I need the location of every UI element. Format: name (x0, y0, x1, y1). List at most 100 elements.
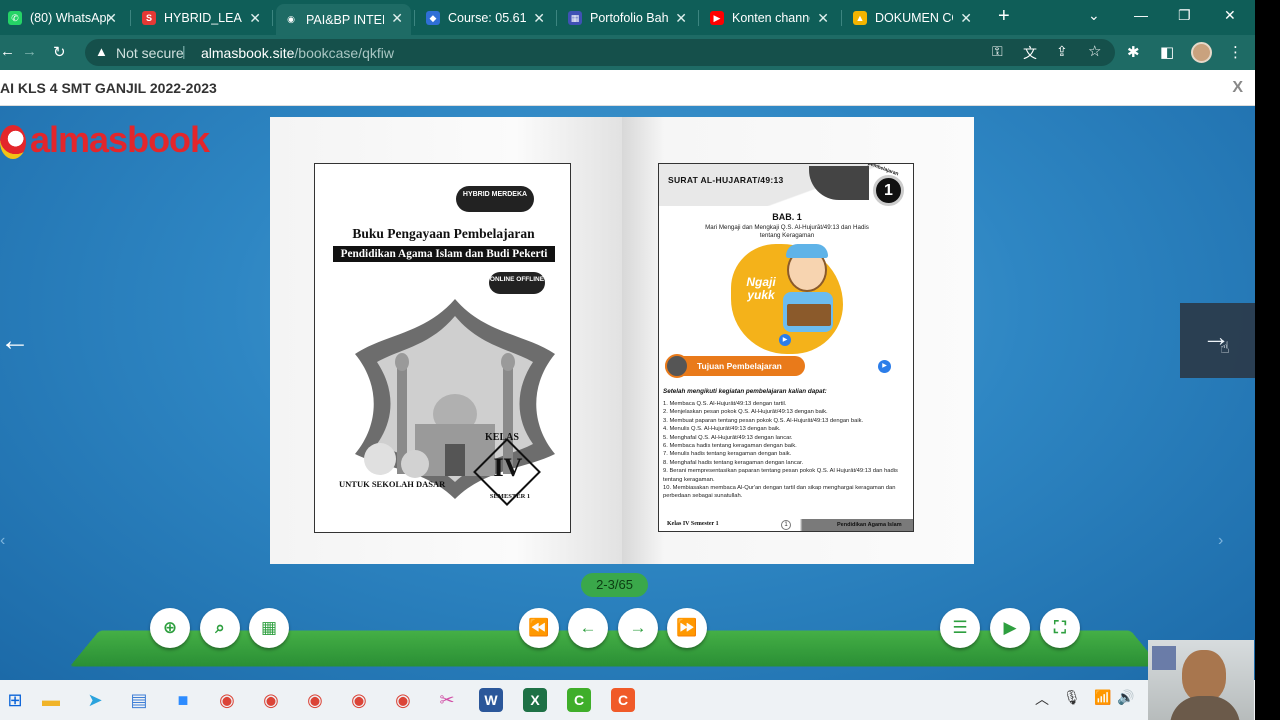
notepad-icon[interactable]: ▤ (124, 685, 154, 715)
tab-6[interactable]: ▲ DOKUMEN CG ✕ (845, 4, 980, 32)
profile-avatar[interactable] (1191, 42, 1212, 63)
extensions-icon[interactable]: ✱ (1127, 43, 1140, 61)
viewer-close-button[interactable]: X (1232, 79, 1243, 97)
goal-item: 4. Menulis Q.S. Al-Hujurāt/49:13 dengan … (663, 426, 781, 433)
chrome-icon[interactable]: ◉ (300, 685, 330, 715)
tab-search-icon[interactable]: ⌄ (1088, 7, 1100, 24)
tab-2[interactable]: ◉ PAI&BP INTER/ ✕ (276, 4, 411, 35)
tab-label: Portofolio Bah (590, 11, 668, 25)
tab-label: Course: 05.61.F (448, 11, 526, 25)
goal-item: 7. Menulis hadis tentang keragaman denga… (663, 451, 792, 458)
share-icon[interactable]: ⇪ (1056, 43, 1068, 60)
goal-item: 9. Berani mempresentasikan paparan tenta… (663, 468, 898, 483)
file-explorer-icon[interactable]: ▬ (36, 685, 66, 715)
back-icon[interactable]: ← (0, 43, 15, 60)
autoplay-button[interactable]: ▶ (990, 608, 1030, 648)
kebab-menu-icon[interactable]: ⋮ (1228, 43, 1243, 61)
left-page[interactable]: HYBRID MERDEKA Buku Pengayaan Pembelajar… (270, 117, 622, 564)
right-page[interactable]: SURAT AL-HUJARAT/49:13 pembelajaran 1 BA… (622, 117, 974, 564)
tab-0[interactable]: ✆ (80) WhatsApp ✕ (0, 4, 125, 32)
next-page-button[interactable]: → (618, 608, 658, 648)
zoom-icon[interactable]: ■ (168, 685, 198, 715)
tab-close-icon[interactable]: ✕ (817, 10, 829, 27)
word-icon[interactable]: W (479, 688, 503, 712)
arrow-right-icon: → (629, 618, 647, 637)
thumbnails-button[interactable]: ▦ (249, 608, 289, 648)
wifi-icon[interactable]: 📶 (1094, 689, 1111, 706)
video-play-icon[interactable]: ▶ (878, 360, 891, 373)
window-close-icon[interactable]: ✕ (1224, 7, 1236, 24)
tray-chevron-icon[interactable]: ︿ (1035, 689, 1049, 709)
snipping-tool-icon[interactable]: ✂ (432, 685, 462, 715)
new-tab-button[interactable]: + (998, 5, 1010, 28)
bookmark-star-icon[interactable]: ☆ (1088, 42, 1101, 60)
next-chevron-icon[interactable]: › (1218, 532, 1223, 550)
windows-start-icon[interactable]: ⊞ (0, 685, 30, 715)
chrome-icon[interactable]: ◉ (256, 685, 286, 715)
mouse-cursor-icon: ☝ (1220, 340, 1230, 357)
s-app-icon: S (142, 11, 156, 25)
kelas-value: IV (493, 453, 523, 482)
fullscreen-button[interactable]: ⛶ (1040, 608, 1080, 648)
next-page-arrow[interactable]: → ☝ (1180, 303, 1255, 378)
tab-3[interactable]: ◆ Course: 05.61.F ✕ (418, 4, 553, 32)
youtube-icon: ▶ (710, 11, 724, 25)
key-icon[interactable]: ⚿ (992, 43, 1003, 60)
last-page-button[interactable]: ⏩ (667, 608, 707, 648)
prev-chevron-icon[interactable]: ‹ (0, 532, 5, 550)
tab-close-icon[interactable]: ✕ (960, 10, 972, 27)
url-text: almasbook.site/bookcase/qkfiw (201, 45, 394, 61)
tab-close-icon[interactable]: ✕ (105, 10, 117, 27)
chrome-icon[interactable]: ◉ (212, 685, 242, 715)
chrome-icon[interactable]: ◉ (388, 685, 418, 715)
play-icon: ▶ (1003, 618, 1017, 637)
zoom-in-button[interactable]: ⊕ (150, 608, 190, 648)
tab-5[interactable]: ▶ Konten channe ✕ (702, 4, 837, 32)
volume-icon[interactable]: 🔊 (1117, 689, 1134, 706)
tab-close-icon[interactable]: ✕ (391, 10, 403, 27)
forward-icon[interactable]: → (22, 43, 37, 60)
tab-label: HYBRID_LEARN (164, 11, 242, 25)
calendar-icon: ▦ (568, 11, 582, 25)
chrome-icon[interactable]: ◉ (344, 685, 374, 715)
minimize-icon[interactable]: — (1134, 7, 1148, 23)
tab-4[interactable]: ▦ Portofolio Bah ✕ (560, 4, 695, 32)
book-cover: HYBRID MERDEKA Buku Pengayaan Pembelajar… (314, 163, 571, 533)
microphone-icon[interactable]: 🎙 (1063, 689, 1081, 706)
reload-icon[interactable]: ↻ (53, 43, 66, 61)
prev-page-button[interactable]: ← (568, 608, 608, 648)
footer-page-number: 1 (781, 520, 791, 530)
side-panel-icon[interactable]: ◧ (1160, 43, 1174, 61)
toc-button[interactable]: ☰ (940, 608, 980, 648)
goals-title: Tujuan Pembelajaran (697, 361, 782, 371)
person-face (1182, 650, 1226, 702)
excel-icon[interactable]: X (523, 688, 547, 712)
open-book: HYBRID MERDEKA Buku Pengayaan Pembelajar… (270, 117, 974, 564)
goal-item: 8. Menghafal hadis tentang keragaman den… (663, 459, 804, 466)
first-page-button[interactable]: ⏪ (519, 608, 559, 648)
tab-close-icon[interactable]: ✕ (533, 10, 545, 27)
translate-icon[interactable]: 文 (1023, 43, 1037, 63)
restore-icon[interactable]: ❐ (1178, 7, 1191, 24)
tab-close-icon[interactable]: ✕ (675, 10, 687, 27)
online-offline-badge: ONLINE OFFLINE (489, 272, 545, 294)
whatsapp-icon: ✆ (8, 11, 22, 25)
camtasia-orange-icon[interactable]: C (611, 688, 635, 712)
prev-page-arrow[interactable]: ← (0, 324, 30, 358)
boy-cap (786, 244, 828, 258)
tab-label: DOKUMEN CG (875, 11, 953, 25)
goals-list: 1. Membaca Q.S. Al-Hujurāt/49:13 dengan … (663, 400, 907, 501)
audio-play-icon[interactable]: ▶ (779, 334, 791, 346)
zoom-in-icon: ⊕ (162, 618, 178, 637)
windows-taskbar: ⊞ ▬ ➤ ▤ ■ ◉ ◉ ◉ ◉ ◉ ✂ W X C C ︿ 🎙 📶 🔊 (0, 680, 1280, 720)
tab-close-icon[interactable]: ✕ (249, 10, 261, 27)
cover-subject: Pendidikan Agama Islam dan Budi Pekerti (333, 246, 555, 262)
footer-class: Kelas IV Semester 1 (667, 521, 719, 527)
address-bar[interactable]: ▲ Not secure | almasbook.site/bookcase/q… (85, 39, 1115, 66)
goal-item: 10. Membiasakan membaca Al-Qur'an dengan… (663, 485, 896, 500)
school-label: UNTUK SEKOLAH DASAR (339, 479, 446, 489)
search-button[interactable]: ⌕ (200, 608, 240, 648)
camtasia-green-icon[interactable]: C (567, 688, 591, 712)
telegram-icon[interactable]: ➤ (80, 685, 110, 715)
tab-1[interactable]: S HYBRID_LEARN ✕ (134, 4, 269, 32)
